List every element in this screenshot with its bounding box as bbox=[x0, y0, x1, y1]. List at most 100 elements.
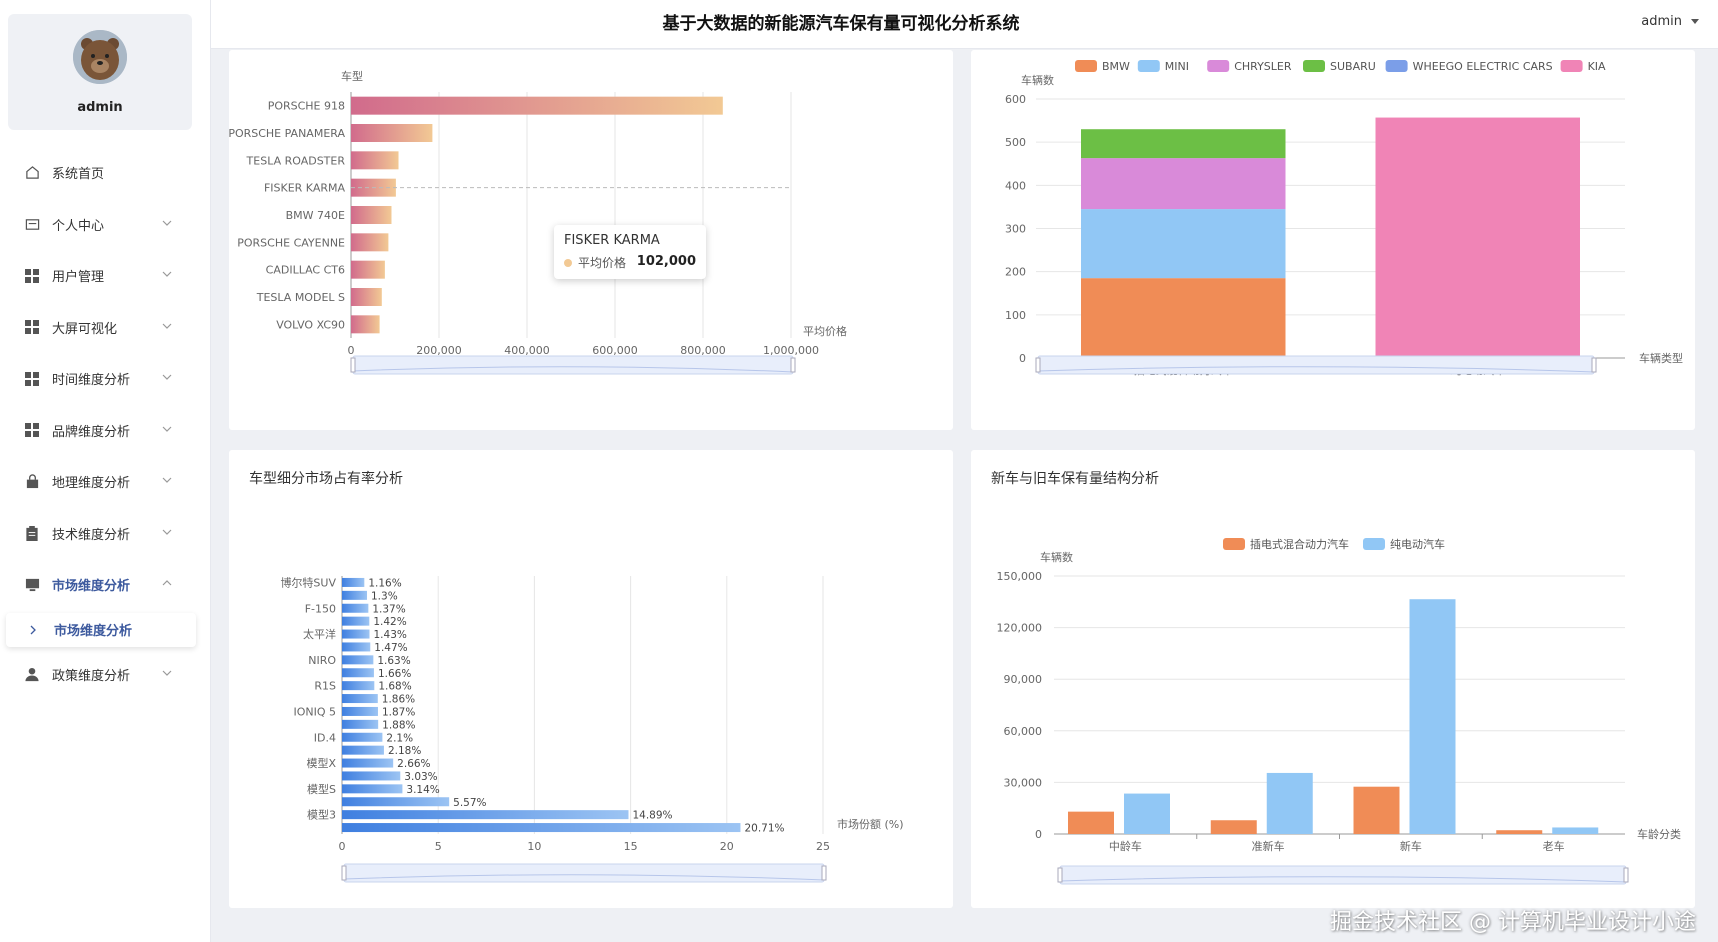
bar bbox=[351, 288, 382, 306]
sidebar-item-policy[interactable]: 政策维度分析 bbox=[0, 649, 210, 701]
brand-type-card: 0100200300400500600车辆数车辆类型插电式混合动力汽车纯电动汽车… bbox=[971, 50, 1695, 430]
y-tick-label: 太平洋 bbox=[303, 627, 336, 641]
zoom-slider[interactable] bbox=[1037, 355, 1595, 375]
bar bbox=[1353, 786, 1400, 834]
y-tick-label: 模型S bbox=[307, 782, 336, 796]
legend-swatch bbox=[1303, 60, 1325, 72]
data-label: 1.3% bbox=[371, 590, 398, 602]
chevron-right-icon bbox=[30, 625, 36, 634]
zoom-slider[interactable] bbox=[352, 355, 794, 375]
data-label: 1.88% bbox=[382, 719, 415, 731]
x-tick-label: 400,000 bbox=[504, 344, 550, 357]
zoom-handle-right[interactable] bbox=[1591, 357, 1597, 373]
legend-swatch bbox=[1075, 60, 1097, 72]
bar bbox=[342, 784, 403, 794]
zoom-slider[interactable] bbox=[343, 863, 825, 883]
bar bbox=[342, 694, 378, 704]
y-tick-label: 90,000 bbox=[1004, 673, 1043, 686]
bar bbox=[351, 124, 433, 142]
data-label: 5.57% bbox=[453, 797, 486, 809]
sidebar-username: admin bbox=[77, 100, 123, 115]
grid-icon bbox=[24, 319, 40, 335]
zoom-handle-right[interactable] bbox=[821, 865, 827, 881]
bar bbox=[342, 616, 370, 626]
submenu-item-market[interactable]: 市场维度分析 bbox=[6, 612, 196, 647]
zoom-handle-left[interactable] bbox=[350, 357, 356, 373]
y-tick-label: BMW 740E bbox=[286, 209, 345, 222]
card-title: 新车与旧车保有量结构分析 bbox=[991, 471, 1159, 487]
zoom-slider[interactable] bbox=[1059, 865, 1627, 885]
bar bbox=[342, 668, 374, 678]
sidebar-item-label: 政策维度分析 bbox=[52, 668, 131, 684]
age-structure-chart: 0 30,000 60,000 90,000 120,000 150,000 车辆数车龄分类… bbox=[997, 537, 1681, 885]
x-axis-title: 车龄分类 bbox=[1637, 827, 1681, 841]
zoom-handle-right[interactable] bbox=[1623, 867, 1629, 883]
zoom-handle-left[interactable] bbox=[341, 865, 347, 881]
sidebar-item-personal[interactable]: 个人中心 bbox=[0, 199, 210, 251]
data-label: 1.47% bbox=[374, 642, 407, 654]
x-tick-label: 准新车 bbox=[1252, 839, 1285, 853]
sidebar-item-brand[interactable]: 品牌维度分析 bbox=[0, 405, 210, 457]
legend-label: SUBARU bbox=[1330, 60, 1376, 73]
y-tick-label: 60,000 bbox=[1004, 725, 1043, 738]
bar bbox=[342, 745, 384, 755]
sidebar-item-market[interactable]: 市场维度分析 bbox=[0, 559, 210, 611]
legend-swatch bbox=[1137, 60, 1160, 72]
y-tick-label: 100 bbox=[1005, 309, 1026, 322]
y-tick-label: 0 bbox=[1035, 828, 1042, 841]
y-tick-label: PORSCHE PANAMERA bbox=[229, 127, 345, 140]
sidebar-item-home[interactable]: 系统首页 bbox=[0, 147, 210, 199]
y-tick-label: TESLA MODEL S bbox=[256, 291, 345, 304]
bar bbox=[342, 810, 629, 820]
segment-share-card: 车型细分市场占有率分析 0 5 10 15 20 25 市场份额 (%) 1.16% 博尔特SU… bbox=[229, 450, 953, 908]
user-menu[interactable]: admin bbox=[1641, 14, 1700, 29]
stacked-bar-segment bbox=[1081, 278, 1286, 358]
x-tick-label: 新车 bbox=[1400, 839, 1422, 853]
sidebar-item-bigscreen[interactable]: 大屏可视化 bbox=[0, 302, 210, 354]
chevron-down-icon bbox=[162, 477, 172, 483]
bar bbox=[1409, 599, 1456, 834]
data-label: 1.66% bbox=[378, 668, 411, 680]
legend-label: MINI bbox=[1165, 60, 1189, 73]
y-tick-label: PORSCHE 918 bbox=[268, 100, 345, 113]
sidebar-item-tech[interactable]: 技术维度分析 bbox=[0, 508, 210, 560]
bar bbox=[342, 603, 369, 613]
x-tick-label: 800,000 bbox=[680, 344, 726, 357]
y-tick-label: CADILLAC CT6 bbox=[266, 264, 345, 277]
data-label: 1.16% bbox=[368, 577, 401, 589]
segment-share-chart: 0 5 10 15 20 25 市场份额 (%) 1.16% 博尔特SUV 1.3%1.37% F-… bbox=[280, 575, 904, 883]
sidebar-item-time[interactable]: 时间维度分析 bbox=[0, 353, 210, 405]
data-label: 2.18% bbox=[388, 745, 421, 757]
bar bbox=[351, 233, 389, 252]
chart-tooltip: FISKER KARMA 平均价格 102,000 bbox=[554, 225, 706, 279]
avatar[interactable] bbox=[73, 30, 127, 84]
person-icon bbox=[24, 666, 40, 682]
bar bbox=[1496, 830, 1543, 834]
zoom-handle-left[interactable] bbox=[1035, 357, 1041, 373]
y-tick-label: 模型X bbox=[306, 756, 336, 770]
y-tick-label: FISKER KARMA bbox=[264, 182, 346, 195]
bar bbox=[351, 206, 392, 224]
page-title: 基于大数据的新能源汽车保有量可视化分析系统 bbox=[662, 14, 1020, 34]
sidebar-item-geo[interactable]: 地理维度分析 bbox=[0, 456, 210, 508]
bar bbox=[342, 590, 368, 600]
zoom-handle-right[interactable] bbox=[790, 357, 796, 373]
legend-label: WHEEGO ELECTRIC CARS bbox=[1413, 60, 1553, 73]
legend-label: BMW bbox=[1102, 60, 1130, 73]
y-tick-label: ID.4 bbox=[314, 731, 336, 744]
bar bbox=[342, 797, 450, 807]
zoom-handle-left[interactable] bbox=[1057, 867, 1063, 883]
x-tick-label: 10 bbox=[527, 840, 541, 853]
data-label: 1.43% bbox=[374, 629, 407, 641]
stacked-bar-segment bbox=[1081, 129, 1286, 159]
x-axis-title: 市场份额 (%) bbox=[837, 817, 904, 831]
grid-icon bbox=[24, 422, 40, 438]
caret-down-icon bbox=[1691, 18, 1699, 24]
data-label: 1.63% bbox=[377, 655, 410, 667]
bear-avatar-icon bbox=[73, 30, 127, 84]
chevron-down-icon bbox=[162, 323, 172, 329]
legend-label: 插电式混合动力汽车 bbox=[1250, 537, 1349, 551]
sidebar-item-users[interactable]: 用户管理 bbox=[0, 250, 210, 302]
tooltip-value: 102,000 bbox=[636, 254, 696, 269]
data-label: 2.66% bbox=[397, 758, 430, 770]
